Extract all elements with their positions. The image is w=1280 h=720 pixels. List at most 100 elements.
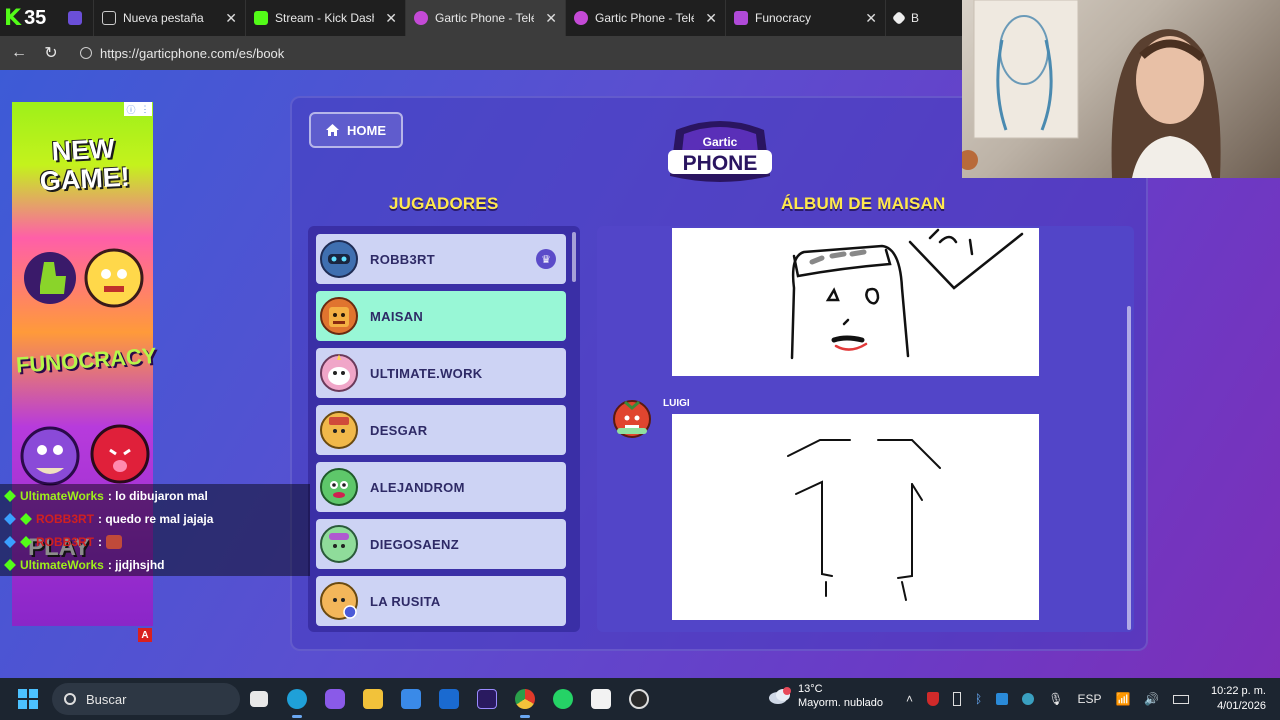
- start-button[interactable]: [8, 678, 48, 720]
- page-icon: [102, 11, 116, 25]
- tab-generic[interactable]: B: [886, 0, 926, 36]
- file-explorer-icon[interactable]: [354, 678, 392, 720]
- premiere-icon[interactable]: [468, 678, 506, 720]
- microphone-icon[interactable]: 🎙: [1048, 692, 1063, 706]
- player-item[interactable]: MAISAN: [316, 291, 566, 341]
- whatsapp-icon[interactable]: [544, 678, 582, 720]
- chrome-icon[interactable]: [506, 678, 544, 720]
- album-author-name: LUIGI: [663, 398, 690, 409]
- badge-icon: [20, 535, 32, 548]
- album-title: ÁLBUM DE MAISAN: [781, 194, 946, 213]
- funocracy-icon: [734, 11, 748, 25]
- weather-widget[interactable]: 13°C Mayorm. nublado: [768, 682, 883, 710]
- edge-icon[interactable]: [278, 678, 316, 720]
- webcam-overlay: [962, 0, 1280, 178]
- album-scrollbar[interactable]: [1127, 306, 1131, 630]
- avatar: [318, 238, 360, 280]
- player-name: MAISAN: [370, 308, 424, 324]
- store-icon[interactable]: [392, 678, 430, 720]
- player-item[interactable]: ULTIMATE.WORK: [316, 348, 566, 398]
- tab-funocracy[interactable]: Funocracy ✕: [726, 0, 886, 36]
- windows-icon: [18, 689, 38, 709]
- tab-kick-dashboard[interactable]: Stream - Kick Dashboard ✕: [246, 0, 406, 36]
- webcam-feed: [962, 0, 1221, 178]
- close-icon[interactable]: ✕: [225, 10, 237, 27]
- album-drawing-2: [672, 414, 1039, 620]
- player-item[interactable]: DESGAR: [316, 405, 566, 455]
- outlook-icon[interactable]: [430, 678, 468, 720]
- badge-icon: [4, 512, 16, 525]
- logo-bottom-text: PHONE: [683, 152, 758, 175]
- players-list: ROBB3RT ♛ MAISAN ULTIMATE.WORK DESGAR AL…: [308, 226, 580, 632]
- site-info-icon[interactable]: [80, 47, 92, 59]
- chat-message: UltimateWorks : jjdjhsjhd: [0, 553, 310, 576]
- badge-icon: [4, 535, 16, 548]
- players-scrollbar[interactable]: [572, 232, 576, 282]
- home-button[interactable]: HOME: [309, 112, 403, 148]
- gartic-phone-logo: Gartic PHONE: [668, 121, 772, 182]
- gartic-icon: [414, 11, 428, 25]
- copilot-icon[interactable]: [316, 678, 354, 720]
- shield-icon[interactable]: [927, 692, 940, 706]
- chat-message: UltimateWorks : lo dibujaron mal: [0, 484, 310, 507]
- volume-icon[interactable]: 🔊: [1144, 692, 1159, 706]
- gartic-icon: [574, 11, 588, 25]
- ad-info-icon[interactable]: ⓘ ⋮: [124, 102, 152, 116]
- ad-badge: A: [138, 628, 152, 642]
- player-item[interactable]: ROBB3RT ♛: [316, 234, 566, 284]
- tab-gartic-phone-active[interactable]: Gartic Phone - Teléfono ✕: [406, 0, 566, 36]
- bluetooth-icon[interactable]: ᛒ: [975, 692, 982, 706]
- close-icon[interactable]: ✕: [705, 10, 717, 27]
- chat-message: ROBB3RT :: [0, 530, 310, 553]
- badge-icon: [20, 512, 32, 525]
- home-icon: [326, 124, 339, 136]
- kick-icon: [254, 11, 268, 25]
- chat-text: : quedo re mal jajaja: [98, 511, 214, 526]
- battery-icon[interactable]: [1173, 694, 1190, 704]
- tab-extension[interactable]: [60, 0, 94, 36]
- app-icon[interactable]: [620, 678, 658, 720]
- tab-gartic-phone[interactable]: Gartic Phone - Teléfono ✕: [566, 0, 726, 36]
- wifi-icon[interactable]: 📶: [1115, 692, 1130, 706]
- url-field[interactable]: https://garticphone.com/es/book: [80, 46, 284, 61]
- close-icon[interactable]: ✕: [545, 10, 557, 27]
- usb-icon[interactable]: [953, 692, 962, 706]
- capcut-icon[interactable]: [582, 678, 620, 720]
- stream-chat: UltimateWorks : lo dibujaron mal ROBB3RT…: [0, 484, 310, 576]
- kick-extension[interactable]: K 35: [0, 0, 60, 36]
- ad-characters: [24, 248, 144, 308]
- chat-text: : lo dibujaron mal: [107, 488, 208, 503]
- album-drawing-1: [672, 228, 1039, 376]
- taskbar-clock[interactable]: 10:22 p. m. 4/01/2026: [1208, 684, 1266, 714]
- chat-user: ROBB3RT: [36, 534, 95, 549]
- player-item[interactable]: LA RUSITA: [316, 576, 566, 626]
- reload-icon[interactable]: ↻: [42, 43, 60, 63]
- badge-icon: [4, 558, 16, 571]
- app-tray-icon[interactable]: [1022, 693, 1035, 705]
- chat-message: ROBB3RT : quedo re mal jajaja: [0, 507, 310, 530]
- player-item[interactable]: DIEGOSAENZ: [316, 519, 566, 569]
- chevron-up-icon[interactable]: ˄: [906, 692, 913, 706]
- avatar: [318, 295, 360, 337]
- generic-icon: [891, 10, 907, 26]
- badge-icon: [4, 489, 16, 502]
- close-icon[interactable]: ✕: [865, 10, 877, 27]
- back-icon[interactable]: ←: [10, 44, 28, 62]
- avatar: [613, 398, 651, 438]
- avatar: [318, 466, 360, 508]
- chat-user: UltimateWorks: [20, 488, 104, 503]
- taskbar-search[interactable]: Buscar: [52, 683, 240, 715]
- avatar: [318, 580, 360, 622]
- avatar: [318, 523, 360, 565]
- tab-new-tab[interactable]: Nueva pestaña ✕: [94, 0, 246, 36]
- task-view-icon[interactable]: [240, 678, 278, 720]
- ad-new-game-text: NEW GAME!: [39, 133, 131, 197]
- player-name: ROBB3RT: [370, 251, 435, 267]
- player-name: DIEGOSAENZ: [370, 536, 459, 552]
- player-item[interactable]: ALEJANDROM: [316, 462, 566, 512]
- chat-text: : jjdjhsjhd: [107, 557, 165, 572]
- player-name: DESGAR: [370, 422, 428, 438]
- close-icon[interactable]: ✕: [385, 10, 397, 27]
- defender-icon[interactable]: [996, 693, 1009, 705]
- language-indicator[interactable]: ESP: [1077, 692, 1101, 706]
